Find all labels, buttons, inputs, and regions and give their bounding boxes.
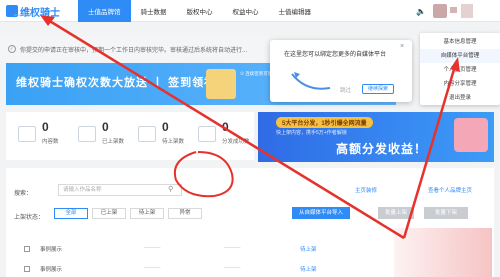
document-icon bbox=[18, 126, 36, 142]
row-status: 待上架 bbox=[300, 267, 317, 273]
stat-pending-count: 0 待上架数 bbox=[132, 120, 186, 154]
stat-value: 0 bbox=[222, 120, 229, 134]
wallet-illustration-icon bbox=[454, 118, 488, 152]
user-name-blurred[interactable] bbox=[461, 4, 473, 18]
stat-listed-count: 0 已上架数 bbox=[72, 120, 126, 154]
row-checkbox[interactable] bbox=[24, 266, 30, 272]
avatar-caret[interactable] bbox=[450, 7, 457, 13]
promo-headline: 高额分发收益！ bbox=[336, 142, 428, 156]
stat-label: 已上架数 bbox=[102, 139, 125, 145]
distribution-promo-banner[interactable]: 5大平台分发，1秒引爆全网流量 快上架内容，携手5万+作者解锁 高额分发收益！ bbox=[258, 112, 494, 162]
stat-content-count: 0 内容数 bbox=[12, 120, 66, 154]
status-filter-label: 上架状态： bbox=[14, 215, 45, 221]
skip-button[interactable]: 跳过 bbox=[340, 86, 351, 94]
row-divider: ——— bbox=[144, 245, 161, 251]
menu-item-content-share[interactable]: 内容分享管理 bbox=[420, 77, 500, 91]
stat-label: 分发成功数 bbox=[222, 139, 250, 145]
stat-label: 待上架数 bbox=[162, 139, 185, 145]
filter-chip-listed[interactable]: 已上架 bbox=[92, 208, 126, 219]
filter-chip-all[interactable]: 全部 bbox=[54, 208, 88, 219]
clock-icon bbox=[138, 126, 156, 142]
stat-value: 0 bbox=[162, 120, 169, 134]
row-divider: ——— bbox=[144, 265, 161, 271]
popup-text: 在这里您可以绑定您更多的自媒体平台 bbox=[284, 52, 387, 58]
search-label: 搜索： bbox=[14, 191, 33, 197]
menu-item-media-platform[interactable]: 自媒体平台管理 bbox=[420, 49, 500, 63]
stat-value: 0 bbox=[102, 120, 109, 134]
menu-item-basic-info[interactable]: 基本信息管理 bbox=[420, 35, 500, 49]
brand-sub: RIGHTKNIGHTS.COM bbox=[14, 13, 45, 17]
banner-title: 维权骑士确权次数大放送 丨 签到领福利 bbox=[16, 77, 229, 89]
search-input[interactable]: 请输入作品名称 bbox=[58, 184, 182, 196]
cart-icon bbox=[78, 126, 96, 142]
nav-knight-data[interactable]: 骑士数据 bbox=[131, 0, 177, 22]
check-circle-icon: ✓ bbox=[8, 45, 16, 53]
nav-brand-hall[interactable]: 士值品牌馆 bbox=[78, 0, 131, 22]
batch-list-button[interactable]: 批量上架 bbox=[378, 207, 414, 219]
continue-button[interactable]: 继续探索 bbox=[362, 84, 394, 94]
row-title: 事例展示 bbox=[40, 267, 63, 273]
nav-copyright-center[interactable]: 版权中心 bbox=[177, 0, 223, 22]
account-dropdown-menu: 基本信息管理 自媒体平台管理 个人主页管理 内容分享管理 退出登录 bbox=[420, 33, 500, 105]
promo-subtitle: 快上架内容，携手5万+作者解锁 bbox=[276, 130, 347, 136]
top-nav-bar: 维权骑士 RIGHTKNIGHTS.COM 士值品牌馆 骑士数据 版权中心 权益… bbox=[0, 0, 500, 22]
speaker-icon[interactable]: 🔈 bbox=[416, 7, 426, 16]
search-icon[interactable]: ⚲ bbox=[168, 185, 173, 193]
batch-unlist-button[interactable]: 批量下架 bbox=[424, 207, 468, 219]
main-nav: 士值品牌馆 骑士数据 版权中心 权益中心 士值编辑器 bbox=[78, 0, 321, 22]
close-icon[interactable]: × bbox=[400, 43, 404, 50]
promo-pill: 5大平台分发，1秒引爆全网流量 bbox=[276, 117, 373, 128]
menu-item-logout[interactable]: 退出登录 bbox=[420, 91, 500, 105]
stat-label: 内容数 bbox=[42, 139, 59, 145]
view-brand-homepage-link[interactable]: 查看个人品牌主页 bbox=[428, 186, 472, 194]
row-title: 事例展示 bbox=[40, 247, 63, 253]
row-divider: ——— bbox=[224, 245, 241, 251]
stat-value: 0 bbox=[42, 120, 49, 134]
share-icon bbox=[198, 126, 216, 142]
filter-chip-error[interactable]: 异常 bbox=[168, 208, 202, 219]
stat-distributed-count: 0 分发成功数 bbox=[192, 120, 250, 154]
avatar[interactable] bbox=[433, 4, 447, 18]
row-checkbox[interactable] bbox=[24, 246, 30, 252]
import-from-media-button[interactable]: 从自媒体平台导入 bbox=[292, 207, 350, 219]
nav-rights-center[interactable]: 权益中心 bbox=[223, 0, 269, 22]
redacted-area bbox=[394, 228, 492, 277]
nav-editor[interactable]: 士值编辑器 bbox=[269, 0, 322, 22]
menu-item-homepage[interactable]: 个人主页管理 bbox=[420, 63, 500, 77]
filter-chip-pending[interactable]: 待上架 bbox=[130, 208, 164, 219]
guide-illustration-icon bbox=[291, 72, 331, 90]
guide-popup: × 在这里您可以绑定您更多的自媒体平台 跳过 继续探索 bbox=[270, 40, 412, 102]
stats-card: 0 内容数 0 已上架数 0 待上架数 0 分发成功数 bbox=[6, 112, 254, 160]
home-decoration-link[interactable]: 主页装修 bbox=[355, 186, 377, 194]
row-divider: ——— bbox=[224, 265, 241, 271]
notice-text: 你提交的申请正在审核中，预期一个工作日内审核完毕。审核通过后系统将自动进行... bbox=[20, 47, 248, 54]
row-status: 待上架 bbox=[300, 247, 317, 253]
gift-illustration-icon bbox=[206, 69, 236, 99]
